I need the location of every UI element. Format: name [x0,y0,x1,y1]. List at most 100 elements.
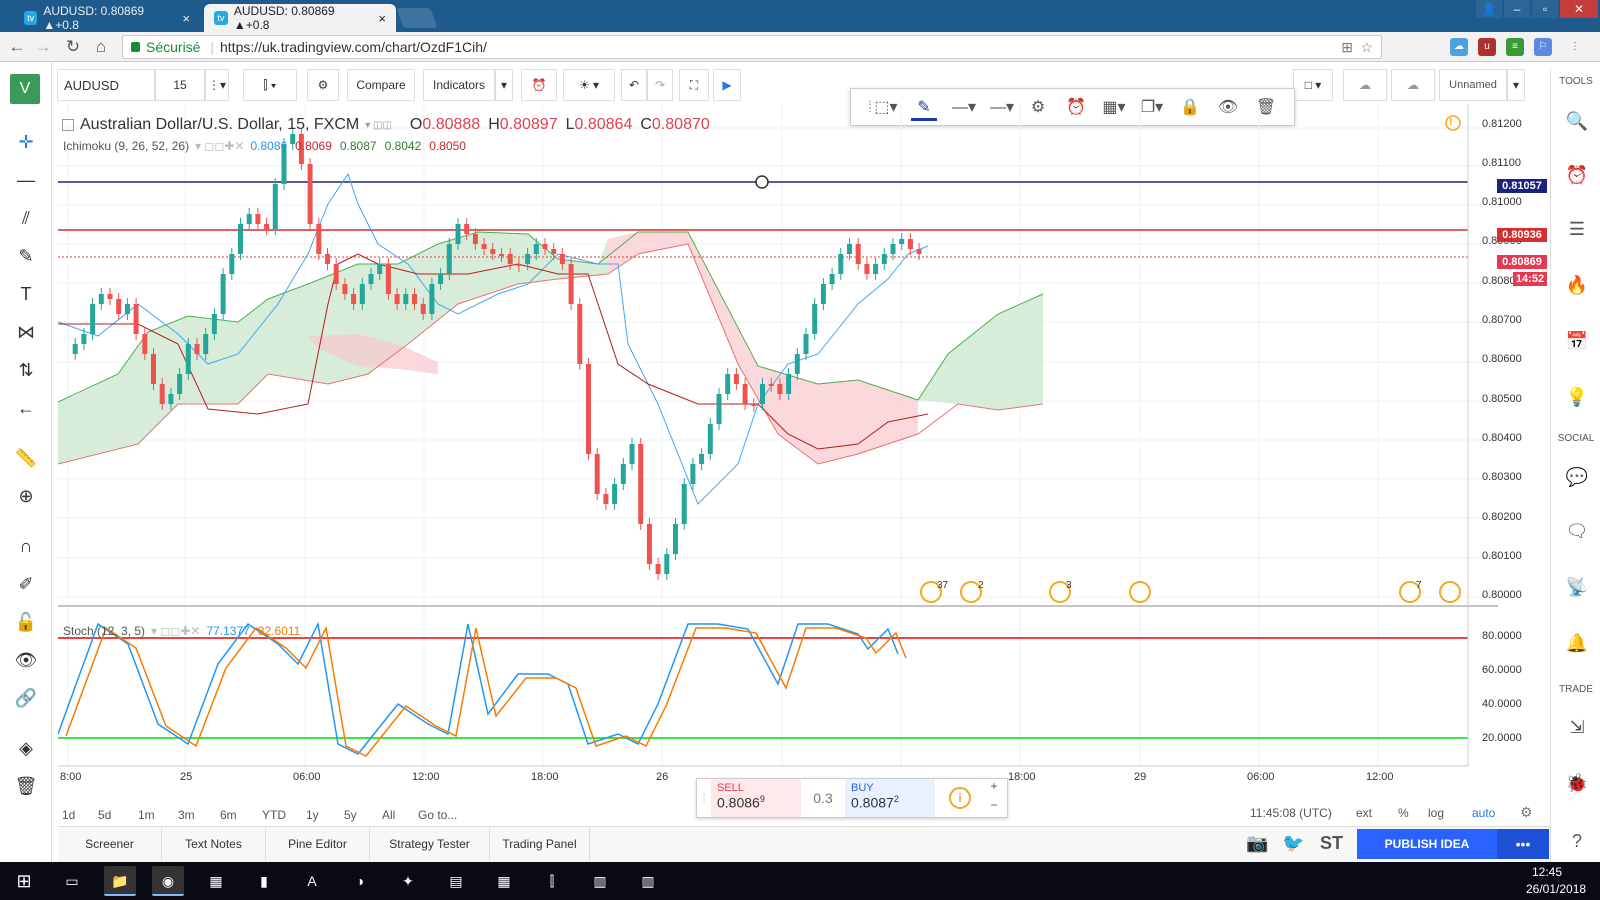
home-icon[interactable]: ⌂ [90,36,112,58]
plus-icon[interactable]: + [983,779,1005,797]
reload-icon[interactable]: ↻ [62,36,84,58]
minus-icon[interactable]: − [983,798,1005,816]
go-to-date[interactable]: Go to... [418,808,478,822]
star-icon[interactable]: ☆ [1360,36,1373,58]
watchlist-icon[interactable]: 🔍 [1564,108,1590,134]
stocktwits-icon[interactable]: ST [1320,833,1343,854]
more-intervals-icon[interactable]: ⋮▾ [205,69,229,101]
streams-icon[interactable]: 📡 [1564,574,1590,600]
buy-button[interactable]: BUY 0.80872 [845,779,935,817]
app-icon-4[interactable]: ✦ [392,866,424,896]
alerts-icon[interactable]: ⏰ [1564,162,1590,188]
symbol-search-input[interactable]: AUDUSD [57,69,155,101]
price-axis[interactable]: 0.81200 0.81100 0.81000 0.80900 0.80800 … [1474,104,1550,766]
twitter-icon[interactable]: 🐦 [1282,833,1304,854]
undo-icon[interactable]: ↶ [621,69,647,101]
notifications-icon[interactable]: 🔔 [1564,630,1590,656]
file-explorer-icon[interactable]: 📁 [104,866,136,896]
range-1d[interactable]: 1d [62,808,98,822]
indicator-controls-icon[interactable]: ▾ ◻◻✚✕ [151,624,200,638]
chrome-icon[interactable]: ◉ [152,866,184,896]
ichimoku-legend[interactable]: Ichimoku (9, 26, 52, 26) ▾ ◻◻✚✕ 0.8086 0… [63,139,466,153]
chart-layout-icon[interactable]: □ ▾ [1293,69,1333,101]
arrow-left-icon[interactable]: ← [12,396,40,420]
browser-tab-1[interactable]: tv AUDUSD: 0.80869 ▲+0.8 × [14,4,200,32]
trash-icon[interactable]: 🗑 [12,774,40,798]
chat-icon[interactable]: 💬 [1564,464,1590,490]
replay-play-icon[interactable]: ▶ [713,69,741,101]
private-chat-icon[interactable]: 🗨 [1564,518,1590,544]
app-icon-3[interactable]: ◑ [344,866,376,896]
ext-toggle[interactable]: ext [1356,806,1372,820]
settings-gear-icon[interactable]: ⚙ [307,69,339,101]
indicators-button[interactable]: Indicators [423,69,495,101]
tab-screener[interactable]: Screener [58,827,162,861]
close-tab-icon[interactable]: × [378,11,386,26]
range-3m[interactable]: 3m [178,808,220,822]
layout-name[interactable]: Unnamed [1439,69,1507,101]
tab-pine-editor[interactable]: Pine Editor [266,827,370,861]
range-ytd[interactable]: YTD [262,808,306,822]
calendar-icon[interactable]: 📅 [1564,328,1590,354]
layout-dropdown-icon[interactable]: ▾ [1507,69,1525,101]
info-icon[interactable]: i [949,787,971,809]
range-5y[interactable]: 5y [344,808,382,822]
range-1y[interactable]: 1y [306,808,344,822]
close-tab-icon[interactable]: × [182,11,190,26]
app-icon-8[interactable]: ▥ [632,866,664,896]
range-6m[interactable]: 6m [220,808,262,822]
task-view-icon[interactable]: ▭ [56,866,88,896]
back-icon[interactable]: ← [6,36,28,58]
sell-button[interactable]: SELL 0.80869 [711,779,801,817]
ruler-icon[interactable]: 📏 [12,446,40,470]
collapse-icon[interactable] [62,119,74,131]
trend-line-icon[interactable]: — [12,168,40,192]
indicator-controls-icon[interactable]: ▾ ◻◻✚✕ [195,139,244,153]
text-tool-icon[interactable]: T [12,282,40,306]
cloud-load-icon[interactable]: ☁ [1343,69,1387,101]
bulb-icon[interactable]: ☀ ▾ [563,69,615,101]
price-chart[interactable] [58,104,1498,784]
drag-handle-icon[interactable]: ⁞ [697,779,711,817]
log-toggle[interactable]: log [1428,806,1444,820]
range-all[interactable]: All [382,808,418,822]
warning-icon[interactable]: ! [1449,117,1452,128]
trade-icon[interactable]: ⇲ [1564,714,1590,740]
fib-icon[interactable]: ⫽ [12,206,40,230]
windows-start-icon[interactable]: ⊞ [8,866,40,896]
app-icon-2[interactable]: ▮ [248,866,280,896]
help-icon[interactable]: ? [1564,828,1590,854]
tab-trading-panel[interactable]: Trading Panel [490,827,590,861]
auto-toggle[interactable]: auto [1472,806,1495,820]
tab-strategy-tester[interactable]: Strategy Tester [370,827,490,861]
interval-select[interactable]: 15 [155,69,205,101]
app-icon-1[interactable]: ▦ [200,866,232,896]
pattern-icon[interactable]: ⋈ [12,320,40,344]
redo-icon[interactable]: ↷ [647,69,673,101]
profile-icon[interactable]: 👤 [1476,0,1502,18]
ideas-icon[interactable]: 💡 [1564,384,1590,410]
lock-drawings-icon[interactable]: 🔓 [12,610,40,634]
publish-more-button[interactable]: ••• [1497,829,1549,859]
percent-toggle[interactable]: % [1398,806,1409,820]
link-icon[interactable]: 🔗 [12,686,40,710]
calculator-icon[interactable]: ▦ [488,866,520,896]
tab-text-notes[interactable]: Text Notes [162,827,266,861]
app-icon-7[interactable]: ▥ [584,866,616,896]
forward-icon[interactable]: → [32,36,54,58]
alert-icon[interactable]: ⏰ [521,69,557,101]
extension-ublock-icon[interactable]: u [1478,38,1496,56]
hide-drawings-icon[interactable]: 👁 [12,648,40,672]
utc-clock[interactable]: 11:45:08 (UTC) [1250,806,1332,820]
tradingview-logo[interactable]: V [10,74,40,104]
range-5d[interactable]: 5d [98,808,138,822]
browser-tab-2[interactable]: tv AUDUSD: 0.80869 ▲+0.8 × [204,4,396,32]
new-tab-button[interactable] [396,8,438,28]
cloud-save-icon[interactable]: ☁ [1391,69,1435,101]
compare-button[interactable]: Compare [347,69,415,101]
stay-drawing-icon[interactable]: ✐ [12,572,40,596]
bug-icon[interactable]: 🐞 [1564,770,1590,796]
magnet-icon[interactable]: ∩ [12,534,40,558]
url-field[interactable]: Sécurisé | https://uk.tradingview.com/cha… [122,35,1382,59]
pdf-icon[interactable]: A [296,866,328,896]
